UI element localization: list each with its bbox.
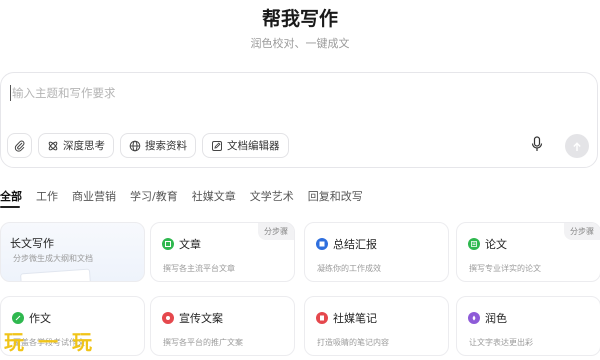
note-icon: [316, 312, 328, 324]
tab-rewrite[interactable]: 回复和改写: [308, 188, 363, 204]
card-promo[interactable]: 宣传文案 撰写各平台的推广文案: [150, 296, 295, 356]
tab-all[interactable]: 全部: [0, 188, 22, 204]
card-report[interactable]: 总结汇报 凝练你的工作成效: [304, 222, 449, 282]
page-title: 帮我写作: [261, 8, 338, 30]
card-social-note[interactable]: 社媒笔记 打造吸睛的笔记内容: [304, 296, 449, 356]
microphone-icon: [531, 136, 543, 156]
search-web-label: 搜索资料: [145, 140, 187, 152]
send-button[interactable]: [565, 134, 589, 158]
doc-editor-button[interactable]: 文档编辑器: [202, 133, 289, 158]
card-desc: 撰写专业详实的论文: [469, 264, 541, 273]
attachment-icon: [14, 140, 26, 152]
watermark: 玩一玩: [4, 330, 106, 354]
essay-icon: [12, 312, 24, 324]
card-desc: 分步微生成大纲和文档: [13, 254, 93, 263]
page-subtitle: 润色校对、一键成文: [250, 37, 350, 50]
card-desc: 打造吸睛的笔记内容: [317, 338, 389, 347]
attach-button[interactable]: [7, 133, 32, 158]
search-web-button[interactable]: 搜索资料: [120, 133, 196, 158]
prompt-composer[interactable]: 输入主题和写作要求 深度思考 搜索资料 文档编辑器: [0, 72, 598, 168]
promo-icon: [162, 312, 174, 324]
card-desc: 撰写各主流平台文章: [163, 264, 235, 273]
card-title: 作文: [29, 312, 51, 325]
composer-toolbar: 深度思考 搜索资料 文档编辑器: [7, 133, 289, 158]
card-title: 宣传文案: [179, 312, 223, 325]
card-title: 社媒笔记: [333, 312, 377, 325]
deep-think-button[interactable]: 深度思考: [38, 133, 114, 158]
tab-marketing[interactable]: 商业营销: [72, 188, 116, 204]
card-title: 文章: [179, 238, 201, 251]
paper-icon: [468, 238, 480, 250]
edit-document-icon: [211, 140, 223, 152]
card-long-writing[interactable]: 长文写作 分步微生成大纲和文档: [0, 222, 145, 282]
card-title: 总结汇报: [333, 238, 377, 251]
card-thesis[interactable]: 分步骤 论文 撰写专业详实的论文: [456, 222, 600, 282]
deep-think-label: 深度思考: [63, 140, 105, 152]
article-icon: [162, 238, 174, 250]
arrow-up-icon: [572, 137, 582, 156]
report-icon: [316, 238, 328, 250]
tab-literature[interactable]: 文学艺术: [250, 188, 294, 204]
globe-icon: [129, 140, 141, 152]
tab-education[interactable]: 学习/教育: [130, 188, 178, 204]
active-tab-indicator: [0, 206, 20, 208]
tab-social[interactable]: 社媒文章: [192, 188, 236, 204]
card-title: 论文: [485, 238, 507, 251]
writing-assistant-page: 帮我写作 润色校对、一键成文 输入主题和写作要求 深度思考 搜索资料 文档编辑器…: [0, 0, 600, 360]
card-desc: 凝练你的工作成效: [317, 264, 381, 273]
polish-icon: [468, 312, 480, 324]
card-title: 长文写作: [10, 237, 54, 250]
card-title: 润色: [485, 312, 507, 325]
card-desc: 撰写各平台的推广文案: [163, 338, 243, 347]
card-article[interactable]: 分步骤 文章 撰写各主流平台文章: [150, 222, 295, 282]
category-tabs: 全部 工作 商业营销 学习/教育 社媒文章 文学艺术 回复和改写: [0, 188, 377, 204]
doc-editor-label: 文档编辑器: [227, 140, 280, 152]
deep-think-icon: [47, 140, 59, 152]
card-desc: 让文字表达更出彩: [469, 338, 533, 347]
tab-work[interactable]: 工作: [36, 188, 58, 204]
document-illustration: [20, 268, 92, 281]
microphone-button[interactable]: [529, 136, 545, 156]
step-badge: 分步骤: [258, 223, 294, 240]
step-badge: 分步骤: [564, 223, 600, 240]
card-polish[interactable]: 润色 让文字表达更出彩: [456, 296, 600, 356]
prompt-input[interactable]: 输入主题和写作要求: [10, 85, 116, 101]
